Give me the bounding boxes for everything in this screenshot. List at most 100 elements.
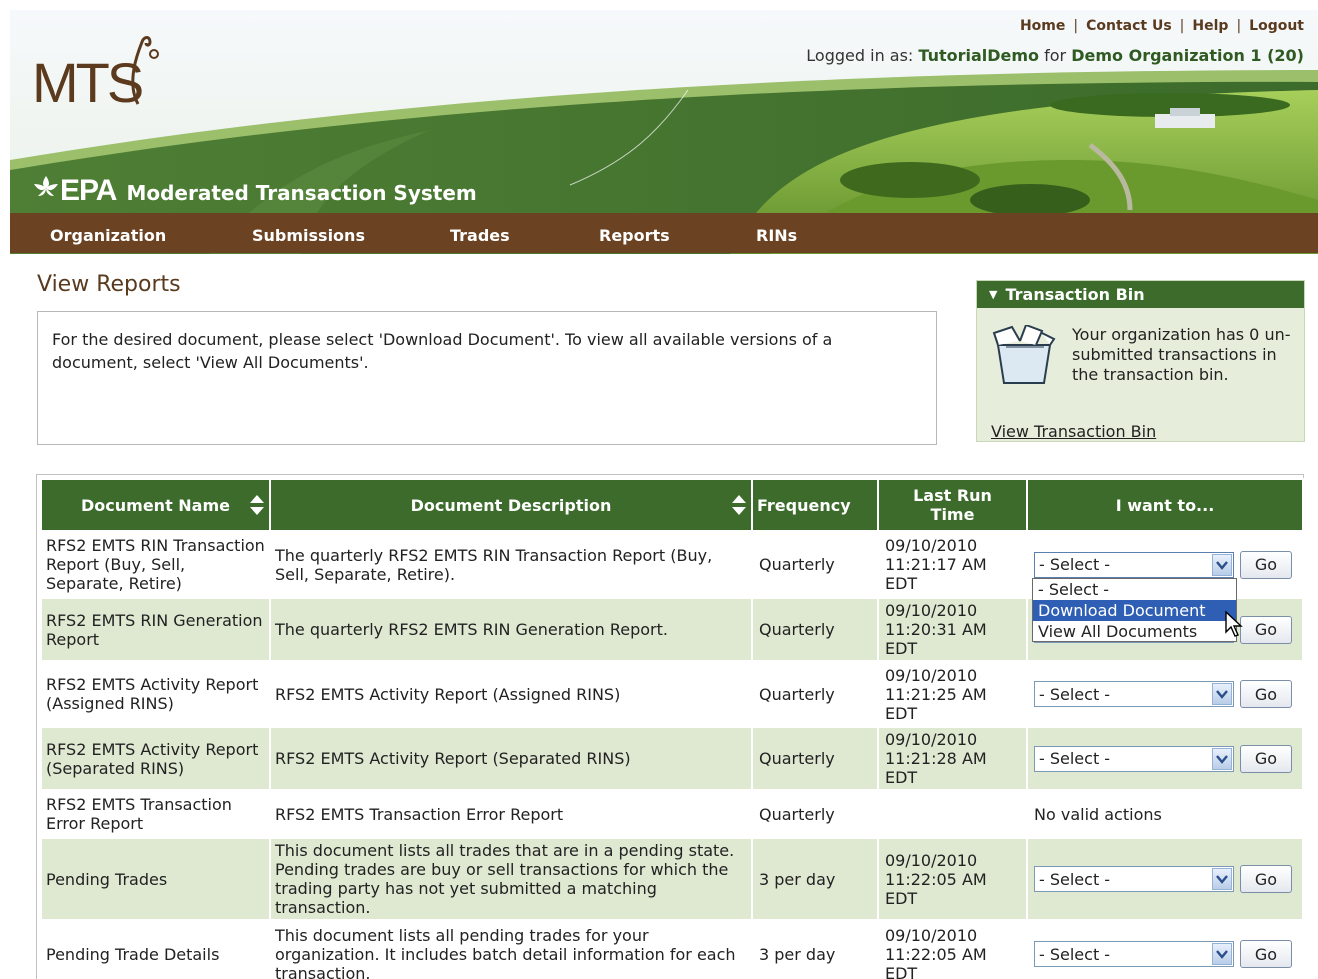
dropdown-option-view-all-documents[interactable]: View All Documents: [1033, 621, 1236, 642]
last-run-time-cell: 09/10/2010 11:21:17 AM EDT: [877, 530, 1028, 599]
document-name-cell: RFS2 EMTS RIN Transaction Report (Buy, S…: [40, 530, 271, 599]
last-run-time-cell: 09/10/2010 11:21:25 AM EDT: [877, 660, 1028, 728]
transaction-bin-header[interactable]: ▼ Transaction Bin: [977, 281, 1304, 308]
last-run-time: 11:21:25 AM: [885, 684, 987, 704]
last-run-date: 09/10/2010: [885, 730, 978, 749]
action-controls: - Select - Go: [1034, 550, 1298, 579]
help-link[interactable]: Help: [1192, 18, 1228, 34]
nav-trades[interactable]: Trades: [450, 226, 510, 245]
nav-reports[interactable]: Reports: [599, 226, 670, 245]
home-link[interactable]: Home: [1020, 18, 1065, 34]
action-select[interactable]: - Select -: [1034, 866, 1234, 892]
transaction-bin-panel: ▼ Transaction Bin Your organization has …: [976, 280, 1305, 442]
last-run-tz: EDT: [885, 963, 918, 979]
table-row: RFS2 EMTS Activity Report (Assigned RINS…: [40, 660, 1304, 728]
go-button[interactable]: Go: [1240, 744, 1292, 773]
for-word: for: [1039, 46, 1072, 65]
sort-icon[interactable]: [249, 494, 265, 516]
last-run-time: 11:21:17 AM: [885, 555, 987, 574]
action-select[interactable]: - Select -: [1034, 551, 1234, 578]
logged-in-status: Logged in as: TutorialDemo for Demo Orga…: [806, 46, 1304, 65]
action-select[interactable]: - Select -: [1034, 745, 1234, 772]
col-header-document-name[interactable]: Document Name: [40, 478, 271, 532]
nav-rins[interactable]: RINs: [756, 226, 797, 245]
reports-table-container: Document Name Document Description Frequ…: [36, 474, 1304, 979]
document-description-cell: This document lists all pending trades f…: [269, 919, 753, 979]
go-button[interactable]: Go: [1240, 940, 1292, 968]
document-description-cell: RFS2 EMTS Transaction Error Report: [269, 789, 753, 839]
chevron-down-icon[interactable]: [1212, 747, 1232, 770]
contact-us-link[interactable]: Contact Us: [1086, 18, 1172, 34]
action-controls: - Select - Go: [1034, 940, 1298, 968]
frequency-cell: 3 per day: [751, 837, 879, 921]
go-button[interactable]: Go: [1240, 680, 1292, 708]
last-run-date: 09/10/2010: [885, 925, 978, 945]
actions-cell: - Select - Go: [1026, 660, 1304, 728]
dropdown-option-download-document[interactable]: Download Document: [1033, 600, 1236, 621]
document-description-cell: RFS2 EMTS Activity Report (Separated RIN…: [269, 726, 753, 791]
last-run-tz: EDT: [885, 639, 918, 658]
logout-link[interactable]: Logout: [1249, 18, 1304, 34]
chevron-down-icon[interactable]: [1212, 943, 1232, 965]
frequency-cell: Quarterly: [751, 530, 879, 599]
col-header-document-name-label: Document Name: [81, 495, 230, 515]
page-title: View Reports: [37, 272, 181, 297]
organization-name: Demo Organization 1 (20): [1071, 46, 1304, 65]
document-description-cell: This document lists all trades that are …: [269, 837, 753, 921]
table-row: RFS2 EMTS Activity Report (Separated RIN…: [40, 726, 1304, 791]
action-select-value: - Select -: [1039, 684, 1111, 704]
actions-cell: - Select - Go: [1026, 726, 1304, 791]
col-header-last-run-time-label: Last Run Time: [913, 486, 992, 524]
username: TutorialDemo: [918, 46, 1040, 65]
action-controls: - Select - Go: [1034, 680, 1298, 708]
last-run-date: 09/10/2010: [885, 850, 978, 870]
last-run-tz: EDT: [885, 574, 918, 593]
last-run-time: 11:22:05 AM: [885, 944, 987, 964]
chevron-down-icon[interactable]: [1212, 553, 1232, 576]
frequency-cell: Quarterly: [751, 726, 879, 791]
action-select[interactable]: - Select -: [1034, 941, 1234, 967]
action-select[interactable]: - Select -: [1034, 681, 1234, 707]
mts-logo: MTS: [30, 32, 160, 116]
actions-cell: - Select - Go: [1026, 837, 1304, 921]
last-run-time-cell: 09/10/2010 11:21:28 AM EDT: [877, 726, 1028, 791]
last-run-time: 11:20:31 AM: [885, 620, 987, 639]
last-run-time-cell: 09/10/2010 11:22:05 AM EDT: [877, 919, 1028, 979]
nav-organization[interactable]: Organization: [50, 226, 166, 245]
action-select-value: - Select -: [1039, 869, 1111, 889]
last-run-date: 09/10/2010: [885, 665, 978, 685]
last-run-time-cell: [877, 789, 1028, 839]
action-dropdown-list: - Select - Download Document View All Do…: [1032, 578, 1237, 642]
document-name-cell: RFS2 EMTS Activity Report (Separated RIN…: [40, 726, 271, 791]
action-controls: - Select - Go: [1034, 744, 1298, 773]
document-name-cell: Pending Trade Details: [40, 919, 271, 979]
sort-icon[interactable]: [731, 494, 747, 516]
last-run-time-cell: 09/10/2010 11:20:31 AM EDT: [877, 597, 1028, 662]
nav-submissions[interactable]: Submissions: [252, 226, 365, 245]
epa-title: EPA Moderated Transaction System: [32, 174, 477, 208]
last-run-time-cell: 09/10/2010 11:22:05 AM EDT: [877, 837, 1028, 921]
col-header-last-run-time: Last Run Time: [877, 478, 1028, 532]
no-actions-text: No valid actions: [1034, 804, 1162, 824]
frequency-cell: Quarterly: [751, 789, 879, 839]
instructions-text: For the desired document, please select …: [52, 330, 833, 372]
col-header-document-description[interactable]: Document Description: [269, 478, 753, 532]
chevron-down-icon[interactable]: [1212, 683, 1232, 705]
view-transaction-bin-link[interactable]: View Transaction Bin: [991, 422, 1156, 441]
last-run-tz: EDT: [885, 888, 918, 908]
go-button[interactable]: Go: [1240, 550, 1292, 579]
go-button[interactable]: Go: [1240, 865, 1292, 893]
dropdown-option-select[interactable]: - Select -: [1033, 579, 1236, 600]
last-run-time: 11:21:28 AM: [885, 749, 987, 768]
chevron-down-icon[interactable]: [1212, 868, 1232, 890]
table-row: Pending Trade Details This document lists…: [40, 919, 1304, 979]
collapse-triangle-icon[interactable]: ▼: [989, 288, 997, 301]
col-header-actions: I want to...: [1026, 478, 1304, 532]
document-name-cell: Pending Trades: [40, 837, 271, 921]
last-run-time: 11:22:05 AM: [885, 869, 987, 889]
frequency-cell: Quarterly: [751, 660, 879, 728]
utility-links: Home | Contact Us | Help | Logout: [1019, 18, 1304, 34]
frequency-cell: Quarterly: [751, 597, 879, 662]
go-button[interactable]: Go: [1240, 615, 1292, 644]
instructions-box: For the desired document, please select …: [37, 311, 937, 445]
